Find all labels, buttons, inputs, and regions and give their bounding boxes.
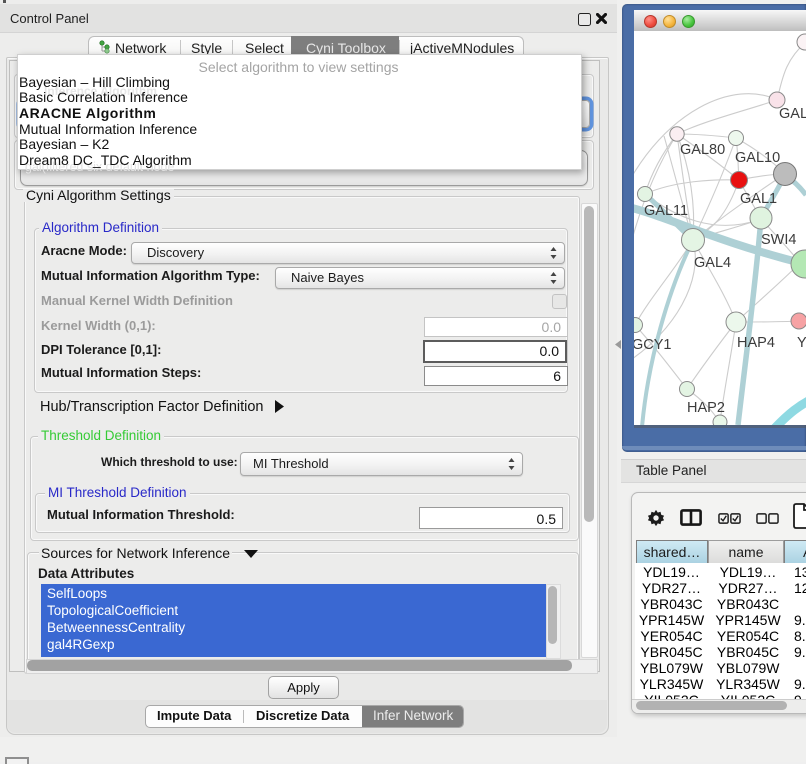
svg-text:Y: Y xyxy=(797,335,806,351)
svg-text:HAP4: HAP4 xyxy=(737,335,775,351)
svg-text:GAL1: GAL1 xyxy=(740,191,777,207)
svg-text:SWI4: SWI4 xyxy=(761,232,796,248)
svg-text:GCY1: GCY1 xyxy=(634,337,672,353)
svg-text:GAL80: GAL80 xyxy=(680,142,725,158)
svg-text:GAL7: GAL7 xyxy=(779,106,806,122)
svg-text:GAL11: GAL11 xyxy=(644,203,688,219)
svg-text:HAP2: HAP2 xyxy=(687,400,725,416)
svg-text:GAL10: GAL10 xyxy=(735,150,780,166)
svg-text:GAL4: GAL4 xyxy=(694,255,731,271)
